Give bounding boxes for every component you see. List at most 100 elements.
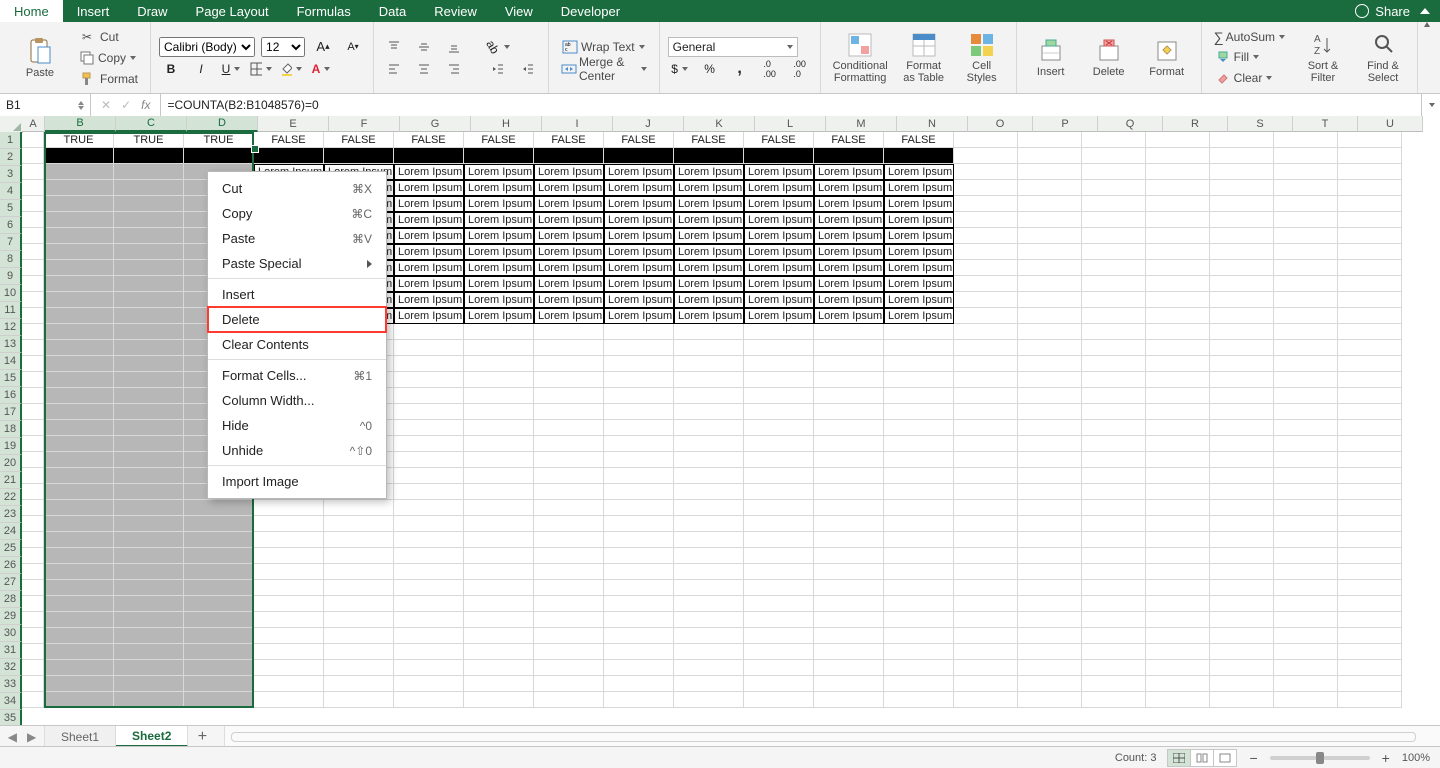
cell[interactable]: [1338, 292, 1402, 308]
row-header[interactable]: 35: [0, 710, 22, 726]
cell[interactable]: [1082, 692, 1146, 708]
cell[interactable]: [1018, 660, 1082, 676]
cell[interactable]: [1274, 628, 1338, 644]
cell[interactable]: [464, 692, 534, 708]
cell[interactable]: FALSE: [324, 132, 394, 148]
orientation-button[interactable]: ab: [486, 35, 510, 59]
cell[interactable]: [184, 612, 254, 628]
cell[interactable]: [814, 340, 884, 356]
row-header[interactable]: 31: [0, 642, 22, 659]
cell[interactable]: [954, 372, 1018, 388]
cell[interactable]: TRUE: [44, 132, 114, 148]
cell[interactable]: [604, 612, 674, 628]
cell[interactable]: [534, 676, 604, 692]
cell[interactable]: [22, 564, 44, 580]
row-header[interactable]: 20: [0, 455, 22, 472]
cell[interactable]: [394, 500, 464, 516]
cell[interactable]: [1146, 516, 1210, 532]
context-menu-item-paste[interactable]: Paste⌘V: [208, 226, 386, 251]
row-header[interactable]: 18: [0, 421, 22, 438]
cell[interactable]: [1082, 644, 1146, 660]
cell[interactable]: [674, 468, 744, 484]
cell[interactable]: [884, 436, 954, 452]
cell[interactable]: [674, 388, 744, 404]
cell[interactable]: [22, 644, 44, 660]
cell[interactable]: Lorem Ipsum: [464, 260, 534, 276]
cell[interactable]: [22, 420, 44, 436]
cell[interactable]: [534, 564, 604, 580]
cell[interactable]: [254, 612, 324, 628]
font-color-button[interactable]: A: [309, 57, 333, 81]
cell[interactable]: [114, 356, 184, 372]
cell[interactable]: [604, 340, 674, 356]
cell[interactable]: Lorem Ipsum: [534, 228, 604, 244]
cell[interactable]: [114, 148, 184, 164]
cell[interactable]: [44, 244, 114, 260]
row-header[interactable]: 12: [0, 319, 22, 336]
align-right-button[interactable]: [442, 57, 466, 81]
cell[interactable]: [1338, 436, 1402, 452]
cell[interactable]: [674, 564, 744, 580]
cell[interactable]: [884, 580, 954, 596]
cell[interactable]: [744, 356, 814, 372]
cell[interactable]: [1082, 228, 1146, 244]
cell[interactable]: [954, 292, 1018, 308]
cell[interactable]: [114, 628, 184, 644]
horizontal-scrollbar[interactable]: [224, 726, 1440, 747]
context-menu-item-delete[interactable]: Delete: [208, 307, 386, 332]
cell[interactable]: [394, 548, 464, 564]
column-header[interactable]: B: [45, 116, 116, 132]
cell[interactable]: [394, 436, 464, 452]
cell[interactable]: [1338, 580, 1402, 596]
cell[interactable]: [1338, 404, 1402, 420]
column-header[interactable]: M: [826, 116, 897, 132]
cell[interactable]: [22, 436, 44, 452]
cell[interactable]: [44, 548, 114, 564]
cell[interactable]: [44, 500, 114, 516]
cell[interactable]: [324, 692, 394, 708]
cell[interactable]: [324, 148, 394, 164]
cell[interactable]: [44, 388, 114, 404]
cell[interactable]: [744, 596, 814, 612]
cell[interactable]: [464, 388, 534, 404]
cell[interactable]: [1274, 308, 1338, 324]
cell[interactable]: [884, 692, 954, 708]
cell[interactable]: Lorem Ipsum: [394, 196, 464, 212]
cell[interactable]: [1018, 452, 1082, 468]
cell[interactable]: [744, 532, 814, 548]
cell[interactable]: [184, 676, 254, 692]
cell[interactable]: [954, 340, 1018, 356]
cell[interactable]: Lorem Ipsum: [534, 164, 604, 180]
cell[interactable]: [464, 436, 534, 452]
cell[interactable]: Lorem Ipsum: [814, 212, 884, 228]
cell[interactable]: [1338, 228, 1402, 244]
cell[interactable]: [1146, 420, 1210, 436]
context-menu-item-format-cells[interactable]: Format Cells...⌘1: [208, 363, 386, 388]
cell[interactable]: [1210, 404, 1274, 420]
cell[interactable]: [22, 244, 44, 260]
cell[interactable]: Lorem Ipsum: [604, 212, 674, 228]
cell[interactable]: [1082, 420, 1146, 436]
cell[interactable]: [184, 548, 254, 564]
cell[interactable]: [394, 452, 464, 468]
decrease-decimal-button[interactable]: .00.0: [788, 57, 812, 81]
cell[interactable]: [1018, 628, 1082, 644]
cell[interactable]: [1018, 388, 1082, 404]
cell[interactable]: [1210, 436, 1274, 452]
cell[interactable]: [604, 516, 674, 532]
cell[interactable]: [1274, 404, 1338, 420]
cell[interactable]: [22, 612, 44, 628]
column-header[interactable]: R: [1163, 116, 1228, 132]
cell[interactable]: [744, 468, 814, 484]
cell[interactable]: [1274, 500, 1338, 516]
cell[interactable]: [814, 676, 884, 692]
cell[interactable]: [1210, 196, 1274, 212]
underline-button[interactable]: U: [219, 57, 243, 81]
cell[interactable]: [954, 260, 1018, 276]
cell[interactable]: [254, 564, 324, 580]
cell[interactable]: [744, 484, 814, 500]
cell[interactable]: [1018, 324, 1082, 340]
cell[interactable]: Lorem Ipsum: [674, 276, 744, 292]
cell[interactable]: [954, 164, 1018, 180]
cell[interactable]: [324, 644, 394, 660]
